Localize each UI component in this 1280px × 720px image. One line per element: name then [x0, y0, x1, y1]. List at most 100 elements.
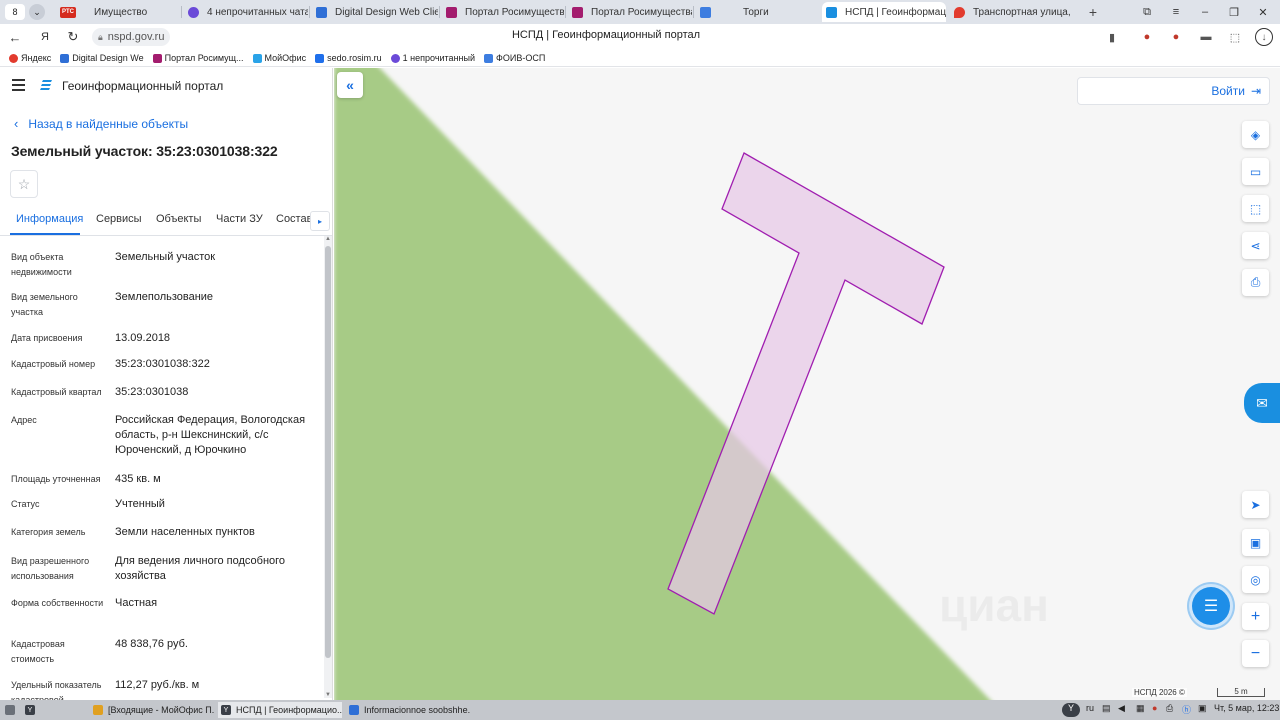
doc-icon: [315, 53, 325, 63]
address-bar-row: ← Я ↻ 🔒︎ nspd.gov.ru НСПД | Геоинформаци…: [0, 24, 1280, 50]
cloud-icon: [252, 53, 262, 63]
select-area-icon: ⬚: [1249, 201, 1262, 216]
tabs-manager-icon[interactable]: ⧉: [1138, 3, 1156, 21]
tab-counter[interactable]: 8: [5, 4, 25, 20]
bookmark-label: Яндекс: [21, 53, 52, 63]
tab-list-menu-icon[interactable]: ⌄: [29, 4, 45, 20]
new-tab-button[interactable]: +: [1084, 3, 1102, 21]
browser-tab-transport-street[interactable]: Транспортная улица, 14: [950, 2, 1074, 22]
hamburger-menu-icon[interactable]: [12, 79, 25, 91]
clock[interactable]: Чт, 5 мар, 12:23: [1214, 703, 1279, 713]
browser-tab-rosim-1[interactable]: Портал Росимущества: [442, 2, 564, 22]
bookmark-icon[interactable]: ▮: [1104, 29, 1120, 45]
taskbar-label: Informacionnoe soobshhe...: [364, 705, 470, 715]
download-icon[interactable]: ↓: [1255, 28, 1273, 46]
star-icon: ☆: [17, 175, 31, 192]
minimap-button[interactable]: ▣: [1242, 529, 1269, 556]
tray-app-icon[interactable]: ●: [1152, 703, 1157, 713]
back-to-results-link[interactable]: ‹ Назад в найденные объекты: [14, 116, 188, 131]
tray-hp-icon[interactable]: ⓗ: [1182, 703, 1191, 716]
tab-parts[interactable]: Части ЗУ: [216, 213, 263, 225]
login-button[interactable]: Войти ⇥: [1211, 84, 1261, 98]
area-select-button[interactable]: ⬚: [1242, 195, 1269, 222]
taskbar-item-document[interactable]: Informacionnoe soobshhe...: [346, 702, 470, 718]
tray-network-icon[interactable]: ▤: [1102, 703, 1111, 714]
rts-icon: РТС: [60, 6, 76, 18]
locate-button[interactable]: ➤: [1242, 491, 1269, 518]
map-scale-bar: 5 m: [1217, 688, 1265, 697]
taskbar-label: [Входящие - МойОфис П...: [108, 705, 214, 715]
restore-icon[interactable]: ❐: [1225, 3, 1243, 21]
tab-label: Портал Росимущества: [591, 6, 692, 18]
panel-scrollbar[interactable]: ▲ ▼: [324, 236, 332, 698]
zoom-in-button[interactable]: +: [1242, 603, 1269, 630]
yandex-browser-icon: Y: [221, 705, 231, 715]
scroll-up-icon[interactable]: ▲: [325, 236, 331, 242]
browser-tab-nspd[interactable]: НСПД | Геоинформац ✕: [822, 2, 946, 22]
print-button[interactable]: ⎙: [1242, 269, 1269, 296]
attribute-label: Адрес: [11, 415, 37, 425]
extension-icon[interactable]: ●: [1139, 29, 1155, 45]
bookmark-digital-design[interactable]: Digital Design We: [60, 53, 144, 63]
tabs-scroll-right-button[interactable]: ▸: [310, 211, 330, 231]
minimize-icon[interactable]: –: [1196, 3, 1214, 21]
favorite-star-button[interactable]: ☆: [10, 170, 38, 198]
chat-button[interactable]: ☰: [1186, 581, 1236, 631]
taskbar-yandex-browser[interactable]: Y: [22, 702, 48, 718]
attribute-value: Учтенный: [115, 498, 165, 510]
bookmark-label: ФОИВ-ОСП: [496, 53, 546, 63]
bookmark-yandex[interactable]: Яндекс: [9, 53, 51, 63]
browser-tab-torgi[interactable]: Торги: [696, 2, 820, 22]
tab-label: Транспортная улица, 14: [973, 6, 1074, 18]
browser-tab-imushchestvo[interactable]: Имущество: [86, 2, 180, 22]
tab-objects[interactable]: Объекты: [156, 213, 201, 225]
browser-tab-rosim-2[interactable]: Портал Росимущества: [568, 2, 692, 22]
scrollbar-thumb[interactable]: [325, 246, 331, 658]
support-widget-button[interactable]: ✉: [1244, 383, 1280, 423]
tray-printer-icon[interactable]: ⎙: [1166, 703, 1173, 714]
browser-tab-digital-design[interactable]: Digital Design Web Clien: [312, 2, 438, 22]
taskbar-item-nspd[interactable]: Y НСПД | Геоинформацио...: [218, 702, 342, 718]
tray-app-icon[interactable]: ▣: [1198, 703, 1207, 714]
tab-separator: [181, 6, 182, 18]
chevron-right-icon: ▸: [317, 216, 322, 226]
taskbar-item-mail[interactable]: [Входящие - МойОфис П...: [90, 702, 214, 718]
layers-button[interactable]: ◈: [1242, 121, 1269, 148]
bookmark-myoffice[interactable]: МойОфис: [252, 53, 306, 63]
bookmark-label: Digital Design We: [72, 53, 144, 63]
print-icon: ⎙: [1250, 275, 1261, 289]
yandex-browser-icon: Y: [25, 705, 35, 715]
scroll-down-icon[interactable]: ▼: [325, 692, 331, 698]
object-title: Земельный участок: 35:23:0301038:322: [11, 143, 278, 159]
extension-icon[interactable]: ▬: [1198, 29, 1214, 45]
tray-yandex-icon[interactable]: Y: [1062, 703, 1080, 717]
tab-composition[interactable]: Состав: [276, 213, 312, 225]
bookmark-foiv[interactable]: ФОИВ-ОСП: [484, 53, 545, 63]
attribute-value: Для ведения личного подсобного хозяйства: [115, 555, 286, 582]
start-button[interactable]: [2, 702, 20, 718]
tab-information[interactable]: Информация: [16, 213, 83, 225]
share-button[interactable]: ⋖: [1242, 232, 1269, 259]
language-indicator[interactable]: ru: [1086, 703, 1094, 713]
geolocation-button[interactable]: ◎: [1242, 566, 1269, 593]
measure-button[interactable]: ▭: [1242, 158, 1269, 185]
mail-icon: [93, 705, 103, 715]
close-window-icon[interactable]: ✕: [1254, 3, 1272, 21]
tray-app-icon[interactable]: ▦: [1136, 703, 1145, 714]
bookmark-label: sedo.rosim.ru: [327, 53, 382, 63]
browser-tab-chats[interactable]: 4 непрочитанных чата: [184, 2, 308, 22]
tab-services[interactable]: Сервисы: [96, 213, 142, 225]
extension-icon[interactable]: ●: [1168, 29, 1184, 45]
tray-volume-icon[interactable]: ◀: [1118, 703, 1125, 714]
browser-menu-icon[interactable]: ≡: [1167, 3, 1185, 21]
map-canvas[interactable]: циан « Войти ⇥ ◈ ▭ ⬚ ⋖ ⎙ ✉ ➤ ▣ ◎ + − ☰ Н…: [334, 68, 1280, 700]
bookmark-rosim-portal[interactable]: Портал Росимущ...: [152, 53, 244, 63]
browser-tab-rts[interactable]: РТС: [56, 2, 86, 22]
zoom-out-button[interactable]: −: [1242, 640, 1269, 667]
collapse-panel-button[interactable]: «: [337, 72, 363, 98]
extension-icon[interactable]: ⬚: [1227, 29, 1243, 45]
attribute-value: Земельный участок: [115, 251, 216, 263]
info-tabs: Информация Сервисы Объекты Части ЗУ Сост…: [0, 208, 332, 236]
bookmark-sedo[interactable]: sedo.rosim.ru: [315, 53, 382, 63]
bookmark-unread[interactable]: 1 непрочитанный: [390, 53, 475, 63]
